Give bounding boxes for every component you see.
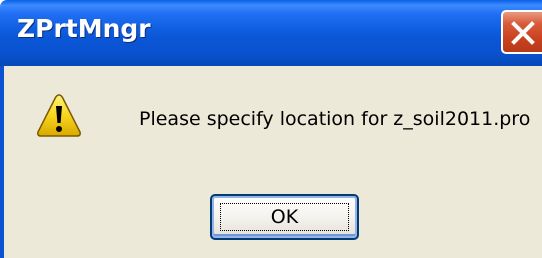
ok-button[interactable]: OK <box>210 194 359 240</box>
window-title: ZPrtMngr <box>17 14 151 43</box>
dialog-body: Please specify location for z_soil2011.p… <box>0 66 542 258</box>
dialog-message: Please specify location for z_soil2011.p… <box>139 108 531 130</box>
close-button[interactable] <box>501 10 542 54</box>
ok-button-label: OK <box>270 206 299 228</box>
message-dialog: ZPrtMngr Please specify location for z_s… <box>0 0 542 258</box>
warning-icon <box>37 94 81 137</box>
title-bar[interactable]: ZPrtMngr <box>0 0 542 66</box>
close-icon <box>511 21 535 45</box>
